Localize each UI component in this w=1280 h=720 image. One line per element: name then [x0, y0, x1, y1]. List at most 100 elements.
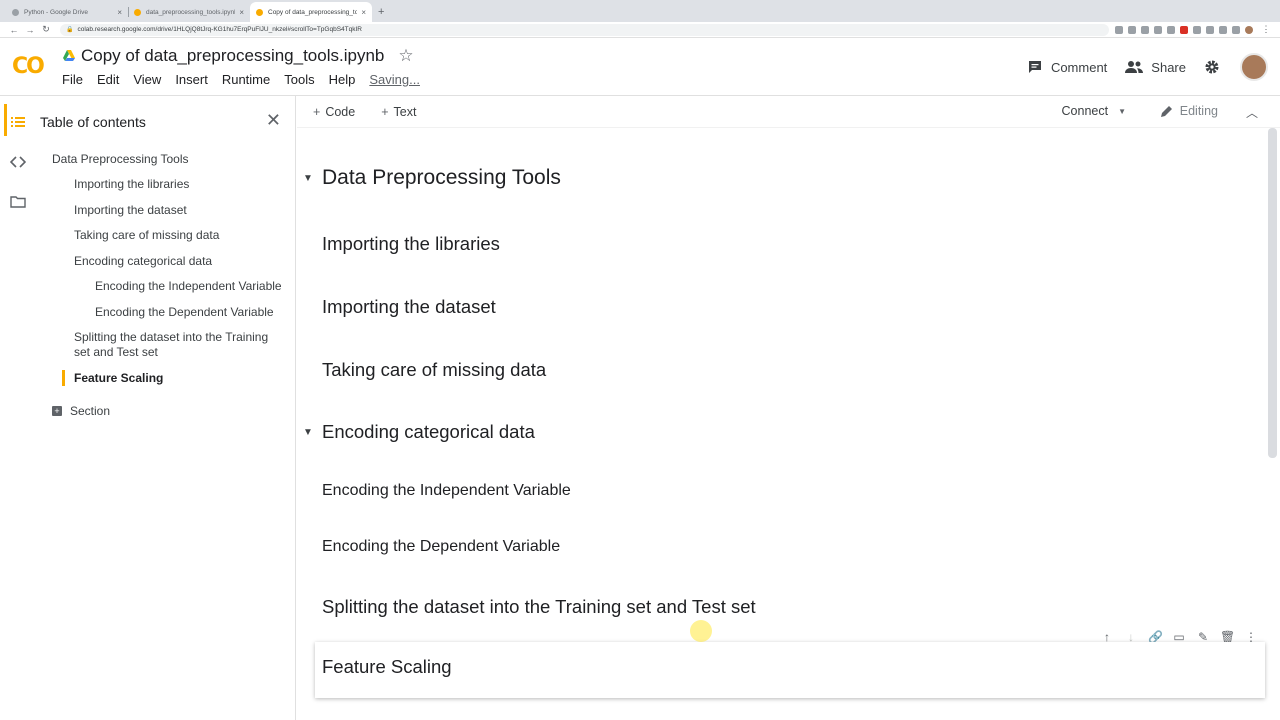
bookmark-star-icon[interactable] [1128, 25, 1136, 34]
close-tab-icon[interactable]: × [239, 8, 244, 17]
tab-title: Copy of data_preprocessing_to [268, 8, 358, 16]
toc-item[interactable]: Encoding the Independent Variable [95, 279, 282, 294]
url-field[interactable]: 🔒 colab.research.google.com/drive/1HLQjQ… [60, 23, 1109, 36]
zoom-icon[interactable] [1115, 25, 1123, 34]
menu-bar: File Edit View Insert Runtime Tools Help… [62, 69, 434, 91]
drive-icon [63, 49, 75, 61]
user-avatar[interactable] [1240, 53, 1268, 81]
add-section-button[interactable]: + Section [52, 404, 110, 418]
plus-icon: + [313, 104, 321, 119]
close-icon[interactable]: ✕ [266, 110, 281, 131]
connect-label: Connect [1061, 104, 1109, 118]
collapse-triangle-icon[interactable]: ▼ [303, 173, 313, 184]
title-area: Copy of data_preprocessing_tools.ipynb ☆… [62, 43, 434, 91]
notebook-toolbar: + Code + Text Connect ▼ Editing ︿ [297, 96, 1280, 128]
browser-tab[interactable]: Python - Google Drive × [6, 2, 128, 22]
chevron-down-icon[interactable]: ▼ [1118, 107, 1126, 116]
code-snippets-icon[interactable] [10, 154, 26, 170]
close-tab-icon[interactable]: × [117, 8, 122, 17]
table-of-contents-icon[interactable] [10, 114, 26, 130]
toc-item[interactable]: Splitting the dataset into the Training … [74, 330, 284, 360]
toc-title: Table of contents [40, 114, 146, 130]
left-rail [0, 96, 36, 720]
section-label: Section [70, 404, 111, 418]
save-status[interactable]: Saving... [369, 72, 420, 87]
heading-cell[interactable]: Taking care of missing data [322, 359, 546, 381]
comment-button[interactable]: Comment [1027, 59, 1107, 75]
toc-item[interactable]: Encoding the Dependent Variable [95, 305, 274, 320]
extension-icon[interactable] [1206, 25, 1214, 34]
colab-favicon-icon [134, 8, 141, 16]
new-tab-icon[interactable]: + [378, 6, 384, 18]
extension-icon[interactable] [1141, 25, 1149, 34]
forward-icon[interactable]: → [22, 25, 38, 35]
people-icon [1125, 61, 1144, 73]
browser-tab-active[interactable]: Copy of data_preprocessing_to × [250, 2, 372, 22]
extension-icon[interactable] [1167, 25, 1175, 34]
plus-icon: + [381, 104, 389, 119]
extensions-area: ⋮ [1115, 24, 1274, 35]
extension-icon[interactable] [1154, 25, 1162, 34]
lock-icon: 🔒 [66, 27, 74, 33]
plus-box-icon: + [52, 406, 62, 416]
heading-cell[interactable]: Encoding the Dependent Variable [322, 538, 560, 556]
colab-logo[interactable]: CO [12, 54, 52, 79]
add-code-button[interactable]: + Code [313, 105, 355, 119]
menu-help[interactable]: Help [329, 72, 356, 87]
toc-item[interactable]: Importing the libraries [74, 177, 189, 192]
folder-icon[interactable] [10, 194, 26, 210]
extension-icon[interactable] [1180, 25, 1188, 34]
notebook-title[interactable]: Copy of data_preprocessing_tools.ipynb [81, 46, 384, 66]
toc-item[interactable]: Encoding categorical data [74, 254, 212, 269]
toc-item[interactable]: Taking care of missing data [74, 228, 219, 243]
header-actions: Comment Share [1009, 38, 1268, 96]
heading-cell[interactable]: Encoding categorical data [322, 421, 535, 443]
tab-title: data_preprocessing_tools.ipynb [146, 8, 236, 16]
chevron-up-icon[interactable]: ︿ [1246, 104, 1258, 121]
close-tab-icon[interactable]: × [361, 8, 366, 17]
heading-cell[interactable]: Importing the dataset [322, 296, 496, 318]
pencil-icon [1160, 106, 1172, 117]
heading-cell[interactable]: Encoding the Independent Variable [322, 482, 571, 500]
add-code-label: Code [325, 104, 356, 119]
menu-file[interactable]: File [62, 72, 83, 87]
toc-item[interactable]: Importing the dataset [74, 203, 187, 218]
add-text-label: Text [393, 104, 417, 119]
heading-cell[interactable]: Feature Scaling [322, 656, 452, 678]
main-area: Table of contents ✕ Data Preprocessing T… [0, 96, 1280, 720]
editing-label: Editing [1179, 104, 1218, 118]
editing-mode-button[interactable]: Editing [1160, 104, 1218, 118]
extension-icon[interactable] [1193, 25, 1201, 34]
add-text-button[interactable]: + Text [381, 105, 416, 119]
browser-tab[interactable]: data_preprocessing_tools.ipynb × [128, 2, 250, 22]
selected-text-cell[interactable]: Feature Scaling [315, 642, 1265, 698]
toc-item-active[interactable]: Feature Scaling [74, 371, 163, 386]
url-text: colab.research.google.com/drive/1HLQjQ8t… [77, 26, 362, 33]
share-button[interactable]: Share [1125, 60, 1186, 75]
collapse-triangle-icon[interactable]: ▼ [303, 427, 313, 438]
tab-title: Python - Google Drive [24, 8, 88, 16]
toc-item[interactable]: Data Preprocessing Tools [52, 152, 189, 167]
connect-button[interactable]: Connect ▼ [1062, 104, 1126, 118]
reload-icon[interactable]: ↻ [38, 24, 54, 35]
scrollbar[interactable] [1268, 128, 1277, 458]
star-icon[interactable]: ☆ [398, 46, 413, 66]
chrome-menu-icon[interactable]: ⋮ [1258, 24, 1274, 35]
menu-edit[interactable]: Edit [97, 72, 119, 87]
heading-cell[interactable]: Importing the libraries [322, 233, 500, 255]
extension-icon[interactable] [1232, 25, 1240, 34]
menu-tools[interactable]: Tools [284, 72, 314, 87]
extension-icon[interactable] [1219, 25, 1227, 34]
heading-cell[interactable]: Data Preprocessing Tools [322, 166, 561, 190]
gear-icon [1205, 60, 1219, 74]
settings-button[interactable] [1204, 59, 1228, 75]
menu-view[interactable]: View [133, 72, 161, 87]
menu-insert[interactable]: Insert [175, 72, 208, 87]
menu-runtime[interactable]: Runtime [222, 72, 270, 87]
share-label: Share [1151, 59, 1186, 75]
heading-cell[interactable]: Splitting the dataset into the Training … [322, 596, 756, 618]
back-icon[interactable]: ← [6, 25, 22, 35]
profile-avatar-icon[interactable] [1245, 25, 1253, 34]
browser-tab-strip: Python - Google Drive × data_preprocessi… [0, 0, 1280, 22]
colab-header: CO Copy of data_preprocessing_tools.ipyn… [0, 38, 1280, 96]
